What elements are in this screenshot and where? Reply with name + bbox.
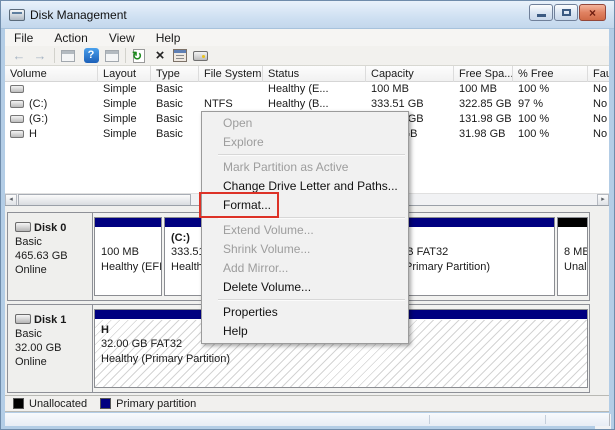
statusbar-divider <box>429 415 430 424</box>
format-highlight-box <box>199 192 279 218</box>
delete-button[interactable]: × <box>152 48 168 64</box>
menu-bar: File Action View Help <box>5 29 609 46</box>
forward-arrow-icon[interactable]: → <box>32 48 48 64</box>
col-filesystem[interactable]: File System <box>199 66 263 82</box>
disk-icon <box>15 314 31 324</box>
disk1-type: Basic <box>15 328 42 340</box>
col-freespace[interactable]: Free Spa... <box>454 66 513 82</box>
minimize-button[interactable] <box>529 4 553 21</box>
table-row[interactable]: Simple Basic Healthy (E... 100 MB 100 MB… <box>5 82 609 97</box>
disk0-label[interactable]: Disk 0 Basic 465.63 GB Online <box>8 213 93 300</box>
col-layout[interactable]: Layout <box>98 66 151 82</box>
disk1-status: Online <box>15 356 47 368</box>
console-tree-icon[interactable] <box>60 48 76 64</box>
col-status[interactable]: Status <box>263 66 366 82</box>
menu-help[interactable]: Help <box>147 29 190 47</box>
close-icon: × <box>588 6 596 20</box>
primary-partition-bar <box>95 218 161 227</box>
drive-icon <box>10 85 24 94</box>
primary-partition-swatch <box>100 398 112 409</box>
toolbar: ← → ? ↻ × <box>5 46 609 66</box>
drive-icon <box>10 130 24 139</box>
col-volume[interactable]: Volume <box>5 66 98 82</box>
toolbar-separator <box>54 48 55 63</box>
disk1-size: 32.00 GB <box>15 342 62 354</box>
back-arrow-icon[interactable]: ← <box>11 48 27 64</box>
rescan-disks-button[interactable] <box>192 48 208 64</box>
disk0-size: 465.63 GB <box>15 250 68 262</box>
menu-item-extend-volume: Extend Volume... <box>223 223 314 237</box>
legend-primary-partition: Primary partition <box>100 398 196 410</box>
status-bar <box>5 413 609 426</box>
menu-item-shrink-volume: Shrink Volume... <box>223 242 311 256</box>
rescan-disks-icon <box>192 51 208 61</box>
partition-efi[interactable]: 100 MB Healthy (EFI S <box>94 217 162 296</box>
col-pctfree[interactable]: % Free <box>513 66 588 82</box>
legend-bar: Unallocated Primary partition <box>5 395 609 412</box>
menu-file[interactable]: File <box>5 29 42 47</box>
menu-item-add-mirror: Add Mirror... <box>223 261 289 275</box>
context-menu: Open Explore Mark Partition as Active Ch… <box>201 111 409 344</box>
menu-view[interactable]: View <box>100 29 144 47</box>
properties-icon <box>173 49 187 62</box>
menu-item-help[interactable]: Help <box>202 322 408 341</box>
partition-unallocated[interactable]: 8 MB Unallocated <box>557 217 588 296</box>
menu-separator <box>202 297 408 303</box>
table-header: Volume Layout Type File System Status Ca… <box>5 66 609 82</box>
legend-unallocated: Unallocated <box>13 398 87 410</box>
menu-action[interactable]: Action <box>45 29 96 47</box>
window-title: Disk Management <box>30 8 127 22</box>
disk-management-window: Disk Management × File Action View Help … <box>0 0 615 430</box>
show-hide-icon[interactable] <box>104 48 120 64</box>
toolbar-separator <box>125 48 126 63</box>
panes-window-icon <box>105 50 119 62</box>
col-fault[interactable]: Fau <box>588 66 609 82</box>
properties-button[interactable] <box>172 48 188 64</box>
menu-item-properties[interactable]: Properties <box>202 303 408 322</box>
statusbar-divider <box>545 415 546 424</box>
table-row[interactable]: (C:) Simple Basic NTFS Healthy (B... 333… <box>5 97 609 112</box>
refresh-icon: ↻ <box>132 49 145 63</box>
menu-item-open: Open <box>223 116 253 130</box>
disk1-label[interactable]: Disk 1 Basic 32.00 GB Online <box>8 305 93 392</box>
help-icon: ? <box>83 48 99 63</box>
disk0-name: Disk 0 <box>34 222 67 234</box>
refresh-button[interactable]: ↻ <box>131 48 147 64</box>
drive-icon <box>10 115 24 124</box>
minimize-icon <box>537 14 546 17</box>
console-window-icon <box>61 50 75 62</box>
title-bar[interactable]: Disk Management × <box>1 1 614 29</box>
menu-item-explore: Explore <box>223 135 264 149</box>
col-capacity[interactable]: Capacity <box>366 66 454 82</box>
app-icon <box>9 9 25 21</box>
menu-separator <box>202 152 408 158</box>
help-toolbar-icon[interactable]: ? <box>83 48 99 64</box>
disk1-name: Disk 1 <box>34 314 67 326</box>
menu-item-delete-volume[interactable]: Delete Volume... <box>202 278 408 297</box>
maximize-icon <box>562 9 571 16</box>
drive-icon <box>10 100 24 109</box>
menu-item-mark-partition-active: Mark Partition as Active <box>223 160 349 174</box>
disk0-type: Basic <box>15 236 42 248</box>
disk0-status: Online <box>15 264 47 276</box>
unallocated-swatch <box>13 398 24 409</box>
col-type[interactable]: Type <box>151 66 199 82</box>
unallocated-bar <box>558 218 587 227</box>
maximize-button[interactable] <box>554 4 578 21</box>
close-button[interactable]: × <box>579 4 606 21</box>
disk-icon <box>15 222 31 232</box>
